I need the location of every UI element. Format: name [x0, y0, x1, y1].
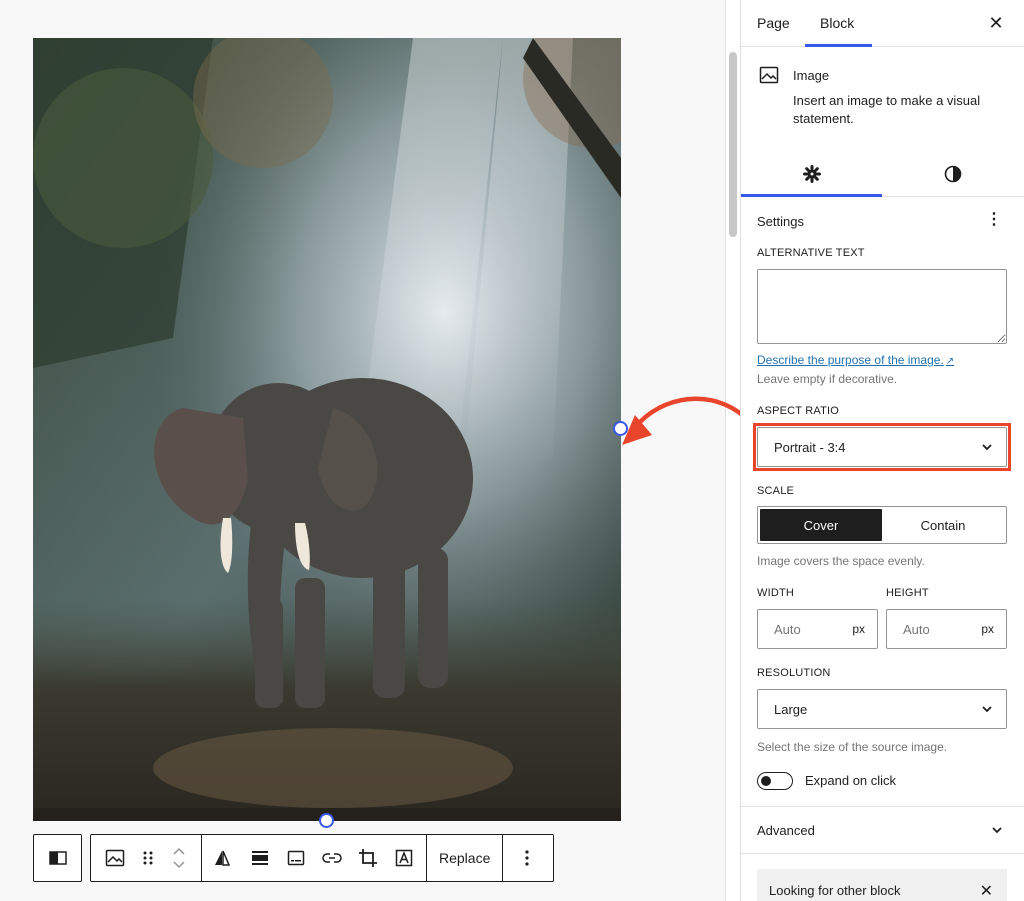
width-unit[interactable]: px — [852, 622, 865, 636]
chevron-down-icon — [982, 444, 992, 451]
resolution-value: Large — [774, 701, 808, 717]
elephant-image[interactable] — [33, 38, 621, 821]
alt-text-help-text: Leave empty if decorative. — [757, 372, 898, 386]
link-icon[interactable] — [314, 835, 350, 881]
gear-icon — [802, 164, 821, 183]
tab-block[interactable]: Block — [820, 0, 854, 47]
aspect-ratio-value: Portrait - 3:4 — [774, 439, 846, 455]
alt-text-field[interactable] — [757, 269, 1007, 344]
block-card-title: Image — [793, 68, 830, 83]
expand-on-click-label: Expand on click — [805, 773, 897, 788]
scale-help-text: Image covers the space evenly. — [757, 554, 925, 568]
flip-icon[interactable] — [202, 835, 242, 881]
scale-option-contain[interactable]: Contain — [882, 509, 1004, 541]
text-overlay-icon[interactable] — [386, 835, 422, 881]
image-icon — [759, 66, 779, 89]
image-icon[interactable] — [91, 835, 139, 881]
block-notice: Looking for other block ✕ — [757, 869, 1007, 901]
more-options-icon[interactable] — [503, 835, 551, 881]
alt-text-help-link[interactable]: Describe the purpose of the image. ↗ — [757, 353, 954, 367]
width-field[interactable]: Auto px — [757, 609, 878, 649]
resolution-label: RESOLUTION — [757, 667, 831, 679]
aspect-ratio-select[interactable]: Portrait - 3:4 — [757, 427, 1007, 467]
chevron-down-icon — [992, 827, 1002, 834]
contrast-icon — [944, 165, 961, 182]
external-link-icon: ↗ — [945, 356, 955, 367]
height-field[interactable]: Auto px — [886, 609, 1007, 649]
aspect-ratio-label: ASPECT RATIO — [757, 405, 840, 417]
height-label: HEIGHT — [886, 587, 929, 599]
panel-title: Settings — [757, 214, 804, 229]
toggle-knob — [761, 775, 771, 786]
scale-label: SCALE — [757, 485, 795, 497]
more-vertical-icon[interactable]: ⋮ — [986, 210, 1002, 230]
settings-sidebar: Page Block ✕ Image Insert an image to ma… — [741, 0, 1024, 901]
resize-handle-bottom[interactable] — [319, 813, 334, 828]
alt-text-label: ALTERNATIVE TEXT — [757, 247, 865, 259]
canvas-scrollbar[interactable] — [729, 52, 737, 237]
chevron-down-icon — [982, 706, 992, 713]
expand-on-click-toggle[interactable] — [757, 772, 793, 790]
replace-button[interactable]: Replace — [427, 835, 502, 881]
close-icon[interactable]: ✕ — [986, 13, 1006, 33]
resolution-select[interactable]: Large — [757, 689, 1007, 729]
active-subtab-indicator — [741, 194, 882, 197]
sidebar-toggle-icon[interactable] — [48, 835, 67, 881]
scale-toggle-group: Cover Contain — [757, 506, 1007, 544]
editor-canvas: Replace — [0, 0, 726, 901]
resolution-help-text: Select the size of the source image. — [757, 740, 948, 754]
toolbar-parent-group — [33, 834, 82, 882]
alt-text-help-link-text[interactable]: Describe the purpose of the image. — [757, 353, 944, 367]
block-card-description: Insert an image to make a visual stateme… — [793, 93, 981, 126]
sidebar-tabs: Page Block ✕ — [741, 0, 1024, 47]
width-placeholder: Auto — [774, 622, 801, 637]
advanced-label: Advanced — [757, 823, 815, 838]
height-placeholder: Auto — [903, 622, 930, 637]
advanced-panel-header[interactable]: Advanced — [741, 806, 1024, 854]
align-icon[interactable] — [242, 835, 278, 881]
settings-styles-tabs — [741, 150, 1024, 197]
drag-handle-icon[interactable] — [139, 835, 157, 881]
resize-handle-right[interactable] — [613, 421, 628, 436]
tab-styles[interactable] — [882, 150, 1023, 197]
move-up-down-icon[interactable] — [157, 835, 201, 881]
tab-page[interactable]: Page — [757, 0, 790, 47]
notice-text: Looking for other block — [769, 883, 901, 898]
width-label: WIDTH — [757, 587, 795, 599]
height-unit[interactable]: px — [981, 622, 994, 636]
block-toolbar: Replace — [90, 834, 554, 882]
tab-settings[interactable] — [741, 150, 882, 197]
crop-icon[interactable] — [350, 835, 386, 881]
scale-option-cover[interactable]: Cover — [760, 509, 882, 541]
active-tab-indicator — [805, 44, 872, 47]
close-icon[interactable]: ✕ — [980, 881, 993, 901]
caption-icon[interactable] — [278, 835, 314, 881]
